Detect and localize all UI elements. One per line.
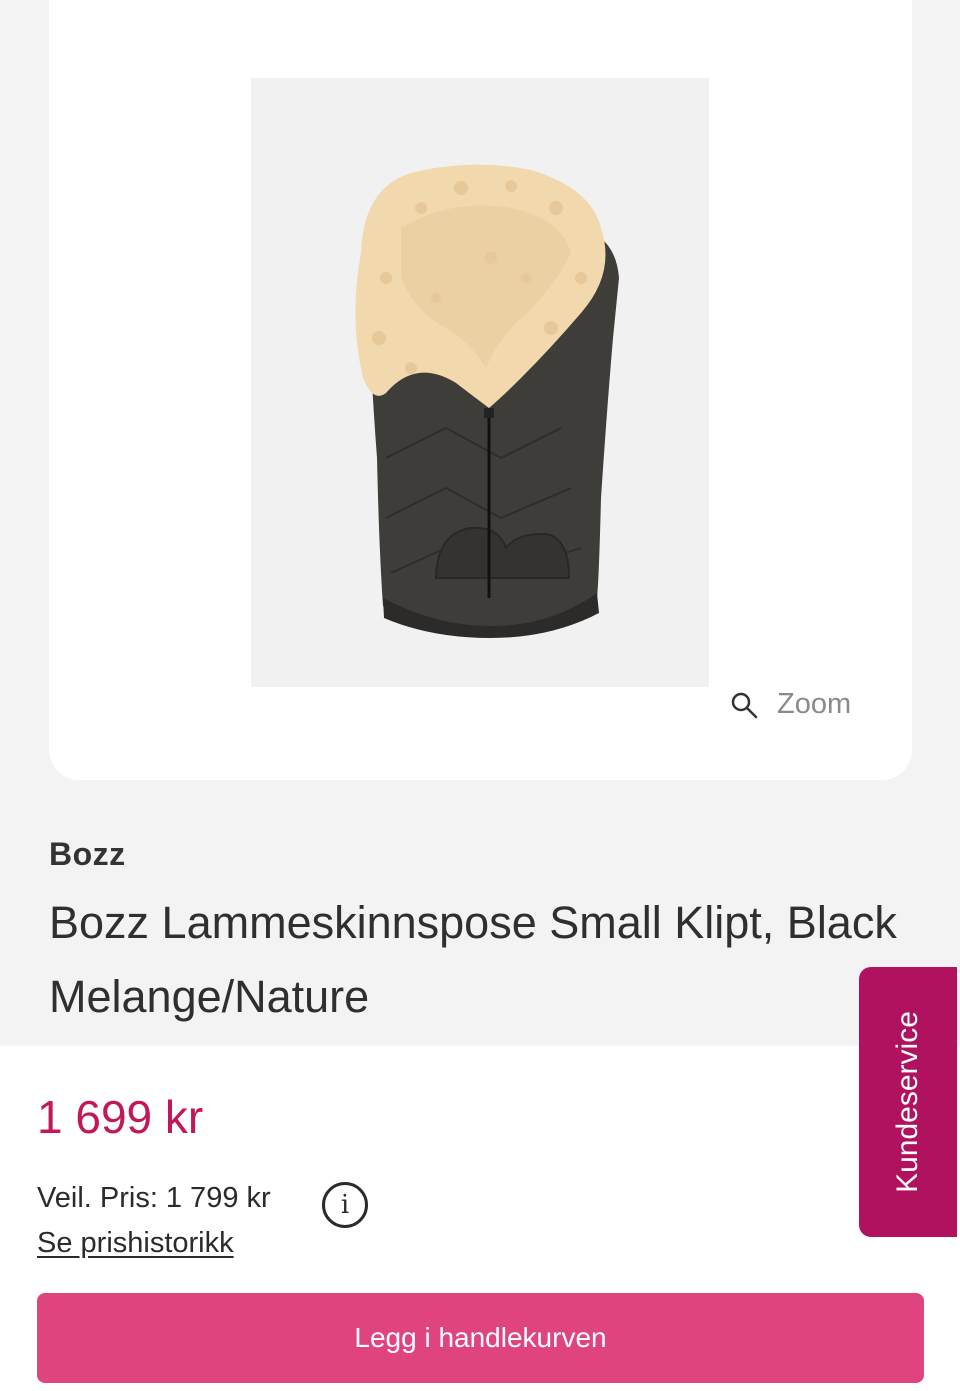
- zoom-button[interactable]: Zoom: [729, 688, 851, 721]
- add-to-cart-button[interactable]: Legg i handlekurven: [37, 1293, 924, 1383]
- product-image[interactable]: [251, 78, 709, 687]
- product-image-card: Zoom: [49, 0, 912, 780]
- brand-name[interactable]: Bozz: [49, 836, 126, 873]
- info-icon[interactable]: i: [322, 1182, 368, 1228]
- buy-panel: 1 699 kr Veil. Pris: 1 799 kr i Se prish…: [0, 1046, 960, 1391]
- info-glyph: i: [340, 1190, 350, 1220]
- recommended-price: Veil. Pris: 1 799 kr: [37, 1182, 271, 1215]
- customer-service-label: Kundeservice: [891, 1011, 924, 1193]
- product-title: Bozz Lammeskinnspose Small Klipt, Black …: [49, 897, 897, 1022]
- zoom-label: Zoom: [777, 688, 852, 720]
- footmuff-illustration: [251, 78, 709, 687]
- rrp-label: Veil. Pris:: [37, 1182, 158, 1214]
- price: 1 699 kr: [37, 1091, 204, 1143]
- customer-service-tab[interactable]: Kundeservice: [859, 967, 957, 1237]
- search-icon: [729, 690, 759, 720]
- price-history-link[interactable]: Se prishistorikk: [37, 1227, 234, 1260]
- rrp-value: 1 799 kr: [165, 1182, 271, 1214]
